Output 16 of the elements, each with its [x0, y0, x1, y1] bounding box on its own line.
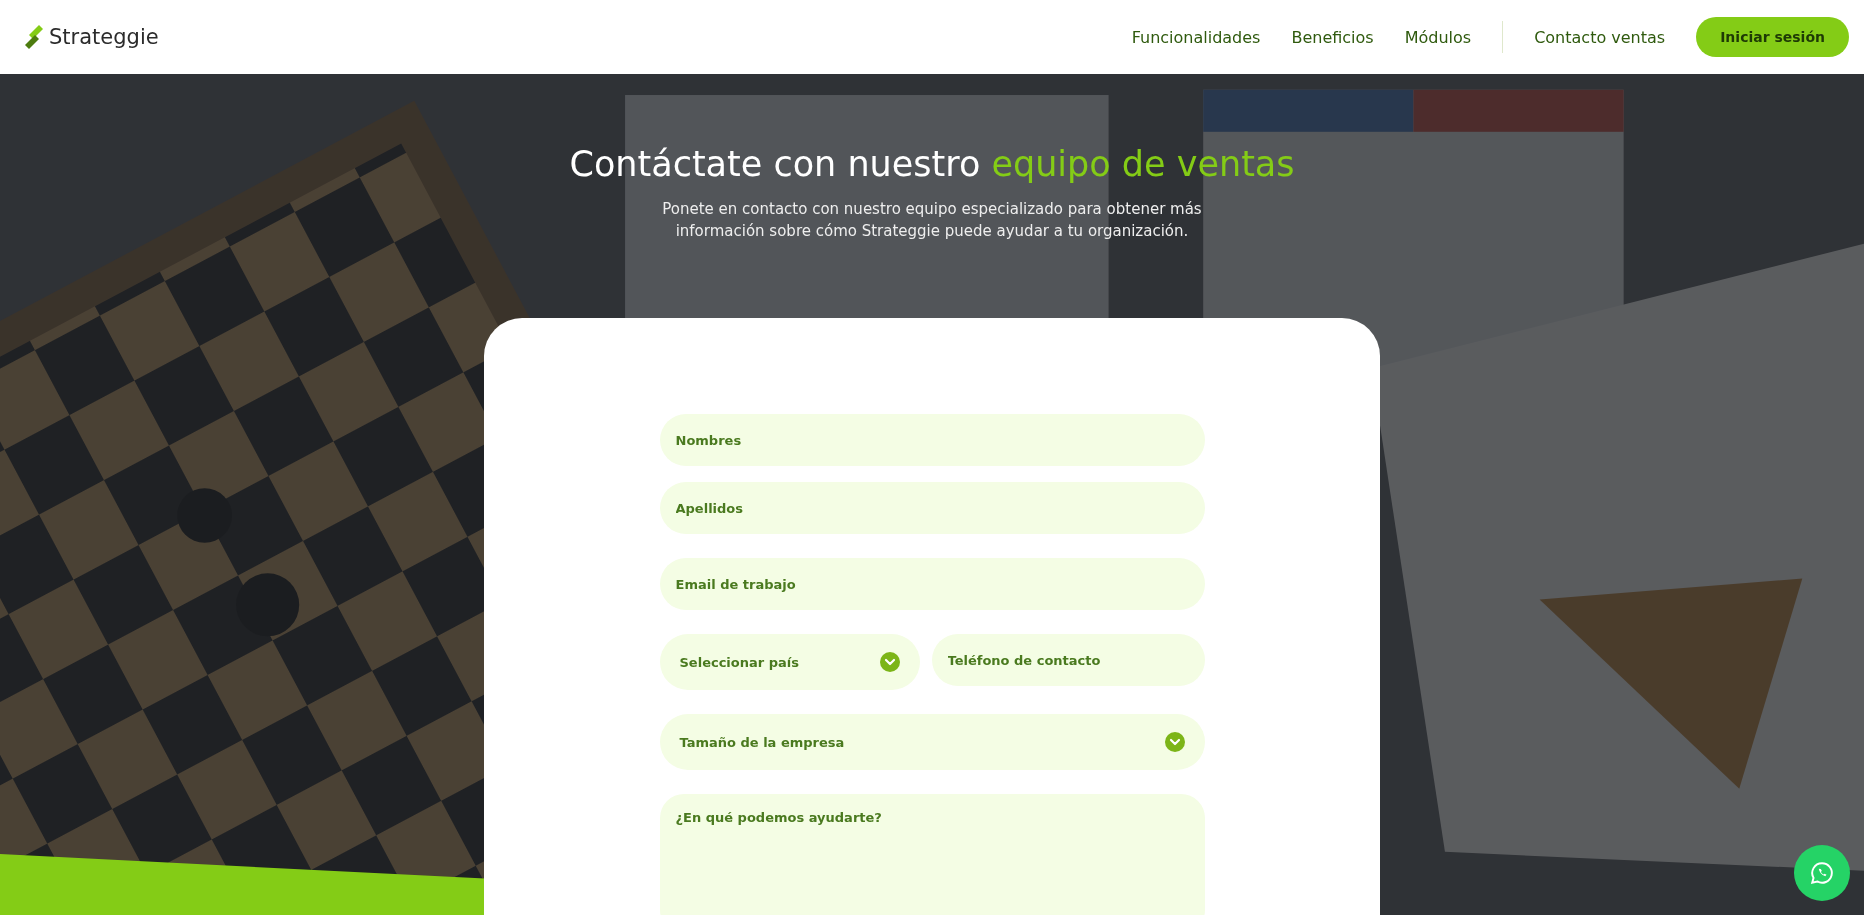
logo-text[interactable]: Strateggie — [49, 25, 159, 49]
input-field[interactable]: Apellidos — [659, 482, 1205, 534]
subtitle-text: Ponete en contacto con nuestro equipo especializado para obtener más — [662, 200, 1202, 218]
page-title: Contáctate con nuestro equipo de ventas — [569, 144, 1295, 184]
message-field[interactable]: ¿En qué podemos ayudarte? — [659, 794, 1205, 915]
nav-link[interactable]: Módulos — [1404, 27, 1472, 47]
input-field[interactable]: Nombres — [659, 414, 1205, 466]
login-button[interactable]: Iniciar sesión — [1696, 17, 1849, 57]
select-field[interactable]: Tamaño de la empresa — [659, 714, 1205, 770]
input-field[interactable]: Email de trabajo — [659, 558, 1205, 610]
nav-link[interactable]: Beneficios — [1291, 27, 1374, 47]
contact-link[interactable]: Contacto ventas — [1534, 27, 1666, 47]
input-field[interactable]: Teléfono de contacto — [931, 634, 1205, 686]
nav-link[interactable]: Funcionalidades — [1131, 27, 1261, 47]
subtitle-text: información sobre cómo Strateggie puede ayudar a tu organización. — [675, 222, 1189, 240]
select-field[interactable]: Seleccionar país — [659, 634, 920, 690]
